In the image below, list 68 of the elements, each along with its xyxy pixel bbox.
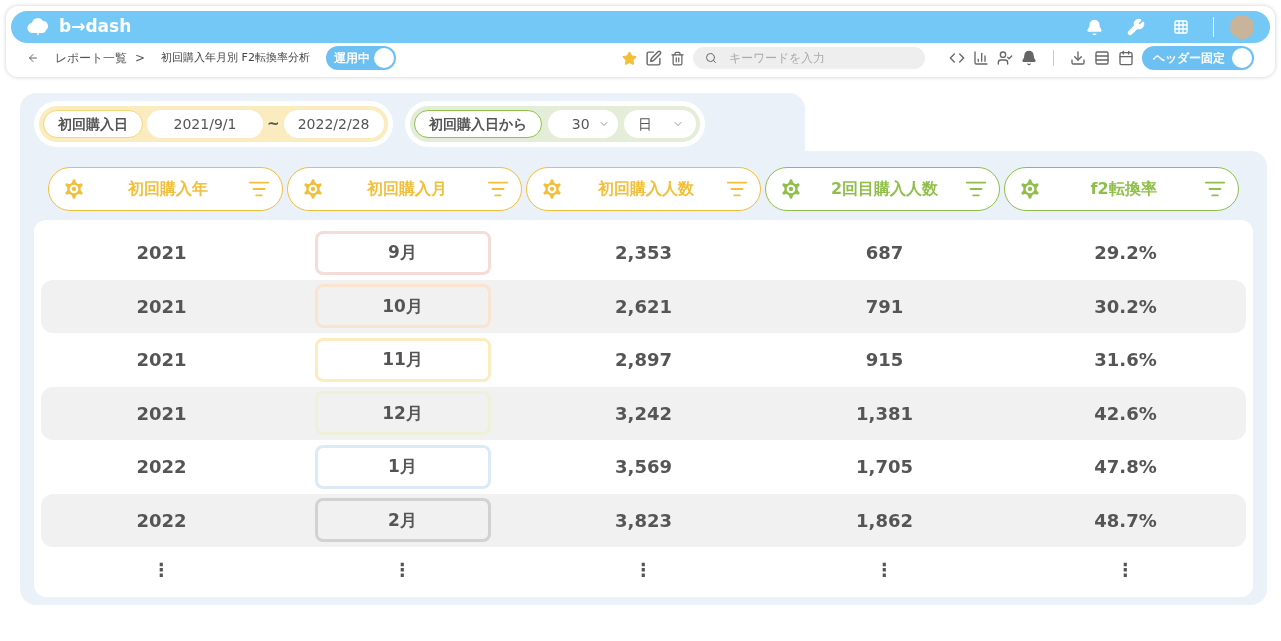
table-cell-text: 915 xyxy=(864,348,905,373)
report-title: 初回購入年月別 F2転換率分析 xyxy=(161,49,310,66)
column-header[interactable]: 初回購入年 xyxy=(48,167,283,211)
more-indicator: ⋮ xyxy=(633,557,654,582)
table-cell-text: 2022 xyxy=(135,508,188,533)
column-header[interactable]: 初回購入人数 xyxy=(526,167,761,211)
user-check-icon[interactable] xyxy=(997,50,1013,66)
search-input[interactable]: キーワードを入力 xyxy=(729,49,909,67)
month-chip: 1月 xyxy=(314,444,491,489)
bell-icon[interactable] xyxy=(1021,50,1037,66)
table-cell-text: 48.7% xyxy=(1093,508,1158,533)
more-indicator: ⋮ xyxy=(874,557,895,582)
table-cell-text: 2022 xyxy=(135,455,188,480)
filter-label: 初回購入日 xyxy=(43,110,143,138)
search-icon xyxy=(705,52,717,64)
table-cell-text: 2,621 xyxy=(614,294,673,319)
breadcrumb-separator: > xyxy=(135,50,146,67)
month-chip: 9月 xyxy=(314,230,491,275)
table-cell-text: 687 xyxy=(864,241,905,266)
unit-dropdown[interactable]: 日 xyxy=(623,110,696,138)
table-cell-text: 31.6% xyxy=(1093,348,1158,373)
table-cell-text: 2021 xyxy=(135,348,188,373)
number-dropdown[interactable]: 30 xyxy=(547,110,618,138)
more-indicator: ⋮ xyxy=(1115,557,1136,582)
toggle-switch[interactable]: ヘッダー固定 xyxy=(1142,46,1254,70)
trash-icon[interactable] xyxy=(670,50,685,66)
table-cell-text: 42.6% xyxy=(1093,401,1158,426)
more-indicator: ⋮ xyxy=(392,557,413,582)
column-header[interactable]: f2転換率 xyxy=(1004,167,1239,211)
filter-label: 初回購入日から xyxy=(413,110,542,138)
table-icon[interactable] xyxy=(1094,50,1110,66)
table-cell-text: 3,823 xyxy=(614,508,673,533)
search-field[interactable]: キーワードを入力 xyxy=(693,47,925,69)
column-header[interactable]: 初回購入月 xyxy=(287,167,522,211)
edit-icon[interactable] xyxy=(645,49,662,67)
month-chip: 10月 xyxy=(314,284,491,329)
cloud-logo-icon xyxy=(27,17,51,37)
logo-text[interactable]: b→dash xyxy=(59,14,132,40)
table-cell-text: 30.2% xyxy=(1093,294,1158,319)
month-chip: 11月 xyxy=(314,337,491,382)
column-header[interactable]: 2回目購入人数 xyxy=(765,167,1000,211)
back-arrow-icon[interactable] xyxy=(27,52,39,64)
toggle-switch[interactable]: 運用中 xyxy=(325,46,396,70)
star-icon[interactable] xyxy=(622,50,637,66)
date-field[interactable]: 2022/2/28 xyxy=(283,110,384,138)
table-cell-text: 2021 xyxy=(135,401,188,426)
date-field[interactable]: 2021/9/1 xyxy=(147,110,263,138)
code-icon[interactable] xyxy=(949,50,965,66)
table-cell-text: 2021 xyxy=(135,294,188,319)
download-icon[interactable] xyxy=(1070,50,1086,66)
month-chip: 12月 xyxy=(314,391,491,436)
month-chip: 2月 xyxy=(314,498,491,543)
table-cell-text: 1,705 xyxy=(855,455,914,480)
calendar-icon[interactable] xyxy=(1118,50,1134,66)
breadcrumb-link[interactable]: レポート一覧 xyxy=(55,49,127,67)
table-cell-text: 29.2% xyxy=(1093,241,1158,266)
chart-icon[interactable] xyxy=(973,50,989,66)
range-separator: ~ xyxy=(267,113,280,135)
table-cell-text: 3,569 xyxy=(614,455,673,480)
table-cell-text: 2021 xyxy=(135,241,188,266)
table-cell-text: 2,897 xyxy=(614,348,673,373)
table-cell-text: 47.8% xyxy=(1093,455,1158,480)
table-cell-text: 2,353 xyxy=(614,241,673,266)
table-cell-text: 1,381 xyxy=(855,401,914,426)
table-cell-text: 1,862 xyxy=(855,508,914,533)
table-cell-text: 791 xyxy=(864,294,905,319)
table-cell-text: 3,242 xyxy=(614,401,673,426)
more-indicator: ⋮ xyxy=(151,557,172,582)
